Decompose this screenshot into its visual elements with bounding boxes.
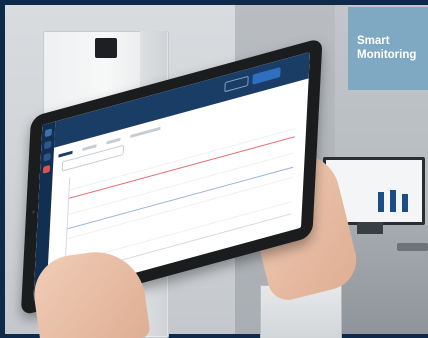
sidebar-icon[interactable] — [44, 140, 52, 150]
monitor-chart-bar — [402, 194, 408, 212]
tablet-camera — [31, 210, 36, 214]
tab-active[interactable] — [58, 150, 73, 158]
photo-frame: Smart Monitoring — [0, 0, 428, 338]
sidebar-icon[interactable] — [44, 128, 53, 138]
chart-series-line — [67, 166, 294, 230]
chart-gridline — [67, 176, 293, 240]
smart-monitoring-badge: Smart Monitoring — [348, 7, 428, 90]
tab[interactable] — [82, 144, 97, 152]
monitor-chart-bar — [390, 190, 396, 212]
keyboard — [397, 243, 428, 251]
monitor-stand — [357, 222, 383, 234]
header-button[interactable] — [224, 75, 249, 93]
header-primary-button[interactable] — [252, 66, 281, 85]
badge-text: Smart Monitoring — [357, 35, 417, 61]
tab[interactable] — [106, 137, 121, 145]
alert-icon[interactable] — [42, 164, 51, 174]
chart-gridline — [68, 152, 295, 215]
fridge-display — [95, 38, 117, 58]
tab[interactable] — [130, 126, 161, 138]
sidebar-icon[interactable] — [43, 152, 51, 162]
monitor-chart-bar — [378, 192, 384, 212]
